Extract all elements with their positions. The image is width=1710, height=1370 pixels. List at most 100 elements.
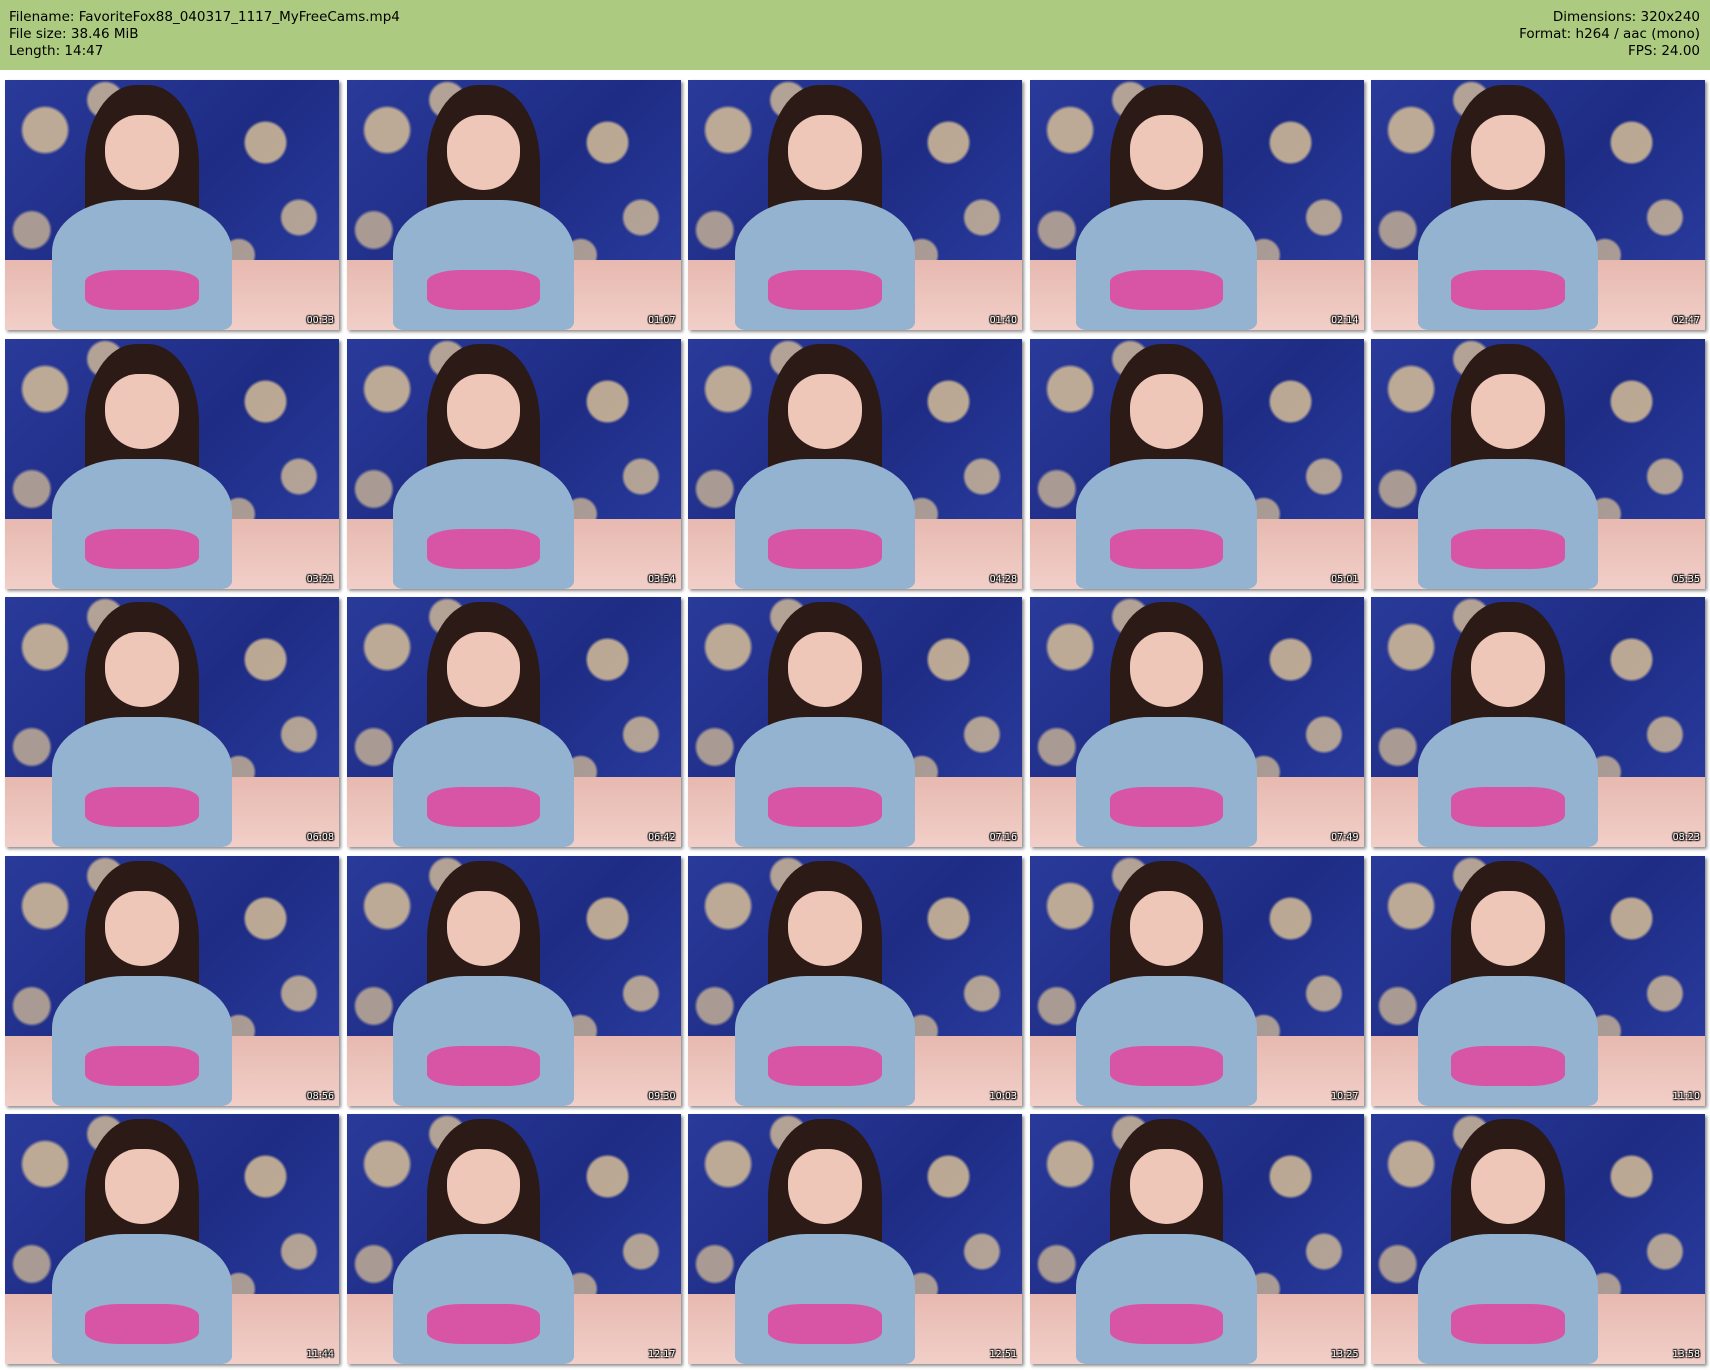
timestamp-label: 02:47 bbox=[1672, 315, 1700, 326]
format-text: Format: h264 / aac (mono) bbox=[1519, 26, 1700, 42]
shirt-shape bbox=[734, 1234, 916, 1364]
face-shape bbox=[105, 115, 179, 190]
thumbnail-frame: 03:21 bbox=[5, 338, 339, 589]
timestamp-label: 10:03 bbox=[989, 1090, 1017, 1102]
face-shape bbox=[105, 890, 179, 966]
face-shape bbox=[105, 1149, 179, 1224]
thumbnail-frame: 08:23 bbox=[1371, 597, 1705, 847]
timestamp-label: 13:58 bbox=[1672, 1349, 1700, 1360]
face-shape bbox=[446, 1149, 521, 1224]
shirt-print bbox=[1109, 1304, 1224, 1344]
shirt-shape bbox=[1076, 717, 1257, 847]
timestamp-label: 02:14 bbox=[1331, 315, 1359, 326]
shirt-print bbox=[1451, 1304, 1565, 1344]
face-shape bbox=[1471, 632, 1545, 707]
shirt-shape bbox=[1076, 1234, 1257, 1364]
shirt-shape bbox=[51, 975, 233, 1106]
shirt-print bbox=[426, 270, 541, 310]
thumbnail-frame: 06:08 bbox=[5, 597, 339, 847]
thumbnail-grid: 00:33 01:07 01:40 02:14 02:47 03:21 03:5… bbox=[5, 80, 1705, 1364]
face-shape bbox=[1129, 373, 1204, 449]
timestamp-label: 11:44 bbox=[306, 1349, 334, 1360]
thumbnail-frame: 02:47 bbox=[1371, 80, 1705, 330]
face-shape bbox=[105, 632, 179, 707]
shirt-print bbox=[1451, 1045, 1565, 1086]
shirt-shape bbox=[734, 717, 916, 847]
thumbnail-frame: 11:44 bbox=[5, 1114, 339, 1364]
face-shape bbox=[446, 632, 521, 707]
shirt-print bbox=[768, 270, 882, 310]
face-shape bbox=[1471, 890, 1545, 966]
shirt-print bbox=[426, 1045, 541, 1086]
shirt-print bbox=[426, 787, 541, 827]
face-shape bbox=[1129, 632, 1204, 707]
shirt-print bbox=[426, 1304, 541, 1344]
thumbnail-frame: 03:54 bbox=[346, 338, 681, 589]
face-shape bbox=[788, 632, 862, 707]
shirt-print bbox=[1451, 528, 1565, 569]
shirt-print bbox=[85, 1304, 199, 1344]
thumbnail-frame: 10:37 bbox=[1029, 855, 1364, 1106]
timestamp-label: 04:28 bbox=[989, 573, 1017, 585]
shirt-shape bbox=[51, 717, 233, 847]
shirt-shape bbox=[1417, 1234, 1599, 1364]
timestamp-label: 00:33 bbox=[306, 315, 334, 326]
shirt-shape bbox=[734, 458, 916, 589]
thumbnail-frame: 06:42 bbox=[346, 597, 681, 847]
file-info: Filename: FavoriteFox88_040317_1117_MyFr… bbox=[9, 9, 400, 60]
shirt-print bbox=[1451, 270, 1565, 310]
thumbnail-frame: 00:33 bbox=[5, 80, 339, 330]
face-shape bbox=[446, 890, 521, 966]
fps-text: FPS: 24.00 bbox=[1628, 43, 1700, 59]
shirt-shape bbox=[393, 717, 574, 847]
timestamp-label: 05:01 bbox=[1331, 573, 1359, 585]
face-shape bbox=[446, 373, 521, 449]
timestamp-label: 12:51 bbox=[989, 1349, 1017, 1360]
timestamp-label: 08:23 bbox=[1672, 832, 1700, 843]
face-shape bbox=[1129, 890, 1204, 966]
shirt-print bbox=[1109, 528, 1224, 569]
shirt-shape bbox=[1076, 458, 1257, 589]
shirt-print bbox=[426, 528, 541, 569]
shirt-print bbox=[1109, 270, 1224, 310]
thumbnail-frame: 01:40 bbox=[688, 80, 1022, 330]
media-info: Dimensions: 320x240 Format: h264 / aac (… bbox=[1519, 9, 1700, 60]
shirt-print bbox=[768, 1045, 882, 1086]
face-shape bbox=[788, 890, 862, 966]
shirt-print bbox=[85, 1045, 199, 1086]
shirt-shape bbox=[51, 1234, 233, 1364]
timestamp-label: 03:54 bbox=[648, 573, 676, 585]
face-shape bbox=[788, 373, 862, 449]
thumbnail-frame: 07:49 bbox=[1029, 597, 1364, 847]
filesize-text: File size: 38.46 MiB bbox=[9, 26, 139, 42]
face-shape bbox=[1471, 115, 1545, 190]
face-shape bbox=[1471, 1149, 1545, 1224]
timestamp-label: 06:08 bbox=[306, 832, 334, 843]
shirt-shape bbox=[51, 458, 233, 589]
shirt-shape bbox=[1417, 717, 1599, 847]
timestamp-label: 11:10 bbox=[1672, 1090, 1700, 1102]
thumbnail-frame: 13:58 bbox=[1371, 1114, 1705, 1364]
timestamp-label: 01:07 bbox=[648, 315, 676, 326]
shirt-shape bbox=[1076, 975, 1257, 1106]
face-shape bbox=[446, 115, 521, 190]
thumbnail-frame: 10:03 bbox=[688, 855, 1022, 1106]
face-shape bbox=[788, 115, 862, 190]
thumbnail-frame: 11:10 bbox=[1371, 855, 1705, 1106]
shirt-shape bbox=[734, 200, 916, 330]
thumbnail-frame: 13:25 bbox=[1029, 1114, 1364, 1364]
thumbnail-frame: 12:17 bbox=[346, 1114, 681, 1364]
info-header: Filename: FavoriteFox88_040317_1117_MyFr… bbox=[0, 0, 1710, 70]
timestamp-label: 03:21 bbox=[306, 573, 334, 585]
thumbnail-frame: 12:51 bbox=[688, 1114, 1022, 1364]
shirt-print bbox=[768, 787, 882, 827]
shirt-shape bbox=[1417, 458, 1599, 589]
length-text: Length: 14:47 bbox=[9, 43, 104, 59]
timestamp-label: 12:17 bbox=[648, 1349, 676, 1360]
timestamp-label: 10:37 bbox=[1331, 1090, 1359, 1102]
thumbnail-frame: 01:07 bbox=[346, 80, 681, 330]
shirt-shape bbox=[1417, 200, 1599, 330]
face-shape bbox=[1129, 1149, 1204, 1224]
shirt-print bbox=[1109, 787, 1224, 827]
shirt-print bbox=[768, 1304, 882, 1344]
